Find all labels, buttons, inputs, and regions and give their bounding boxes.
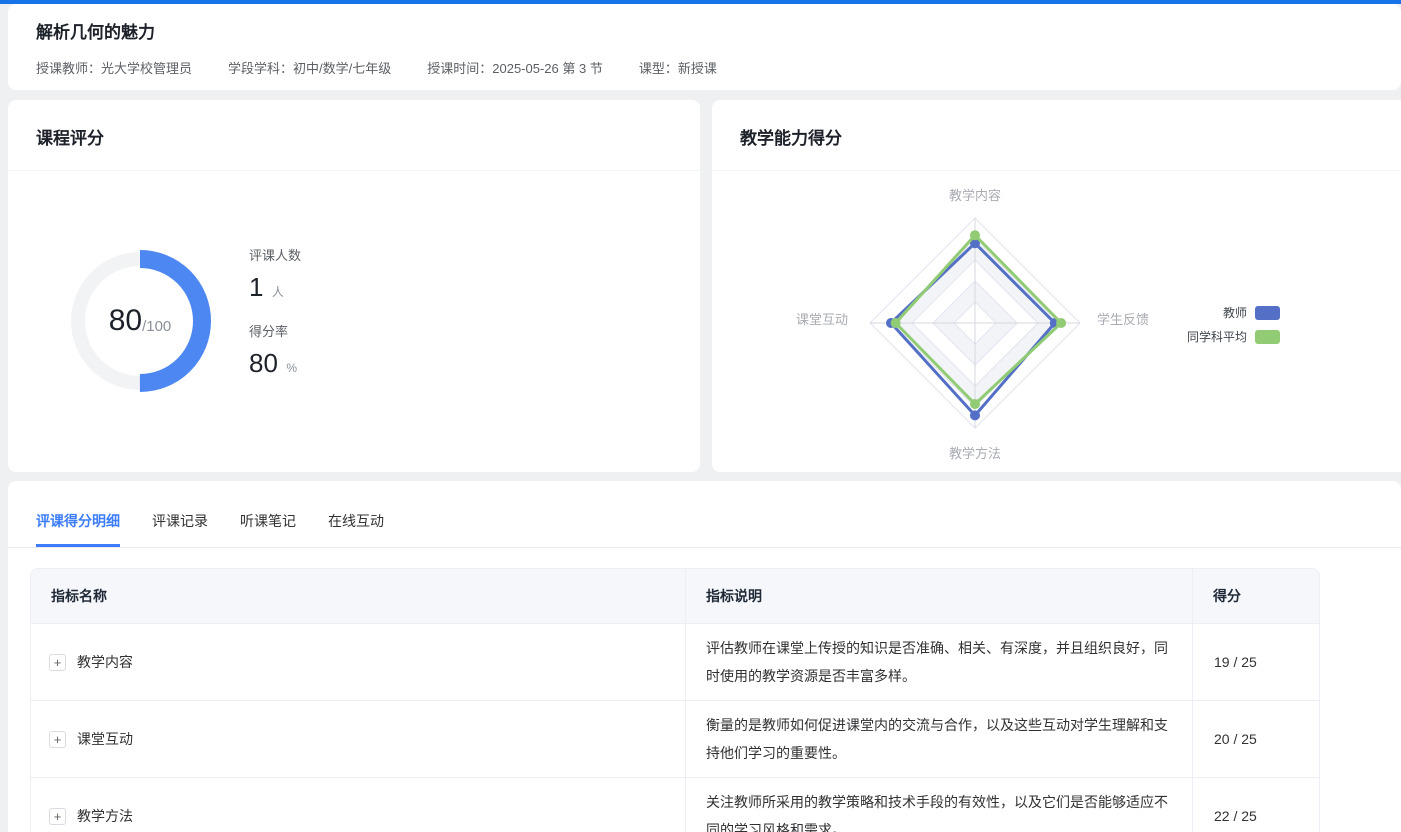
radar-axis-label-interaction: 课堂互动	[796, 309, 848, 328]
radar-axis-label-content: 教学内容	[815, 185, 1135, 204]
donut-score-value: 80	[109, 304, 142, 338]
indicator-desc: 关注教师所采用的教学策略和技术手段的有效性，以及它们是否能够适应不同的学习风格和…	[706, 788, 1168, 832]
col-header-indicator-desc: 指标说明	[686, 569, 1193, 624]
teaching-ability-card-title: 教学能力得分	[712, 100, 1401, 171]
radar-axis-label-method: 教学方法	[815, 443, 1135, 462]
course-header-card: 解析几何的魅力 授课教师：光大学校管理员 学段学科：初中/数学/七年级 授课时间…	[8, 4, 1401, 90]
raters-count-label: 评课人数	[249, 245, 301, 264]
meta-teacher: 授课教师：光大学校管理员	[36, 58, 192, 77]
indicator-score: 22 / 25	[1193, 778, 1320, 832]
meta-grade-subject: 学段学科：初中/数学/七年级	[228, 58, 391, 77]
indicator-name: 课堂互动	[77, 729, 133, 749]
raters-count-unit: 人	[272, 285, 284, 299]
score-rate-value: 80	[249, 348, 278, 378]
course-score-donut-chart: 80 /100	[55, 236, 225, 406]
radar-axis-label-feedback: 学生反馈	[1097, 309, 1149, 328]
indicator-desc: 评估教师在课堂上传授的知识是否准确、相关、有深度，并且组织良好，同时使用的教学资…	[706, 634, 1168, 690]
table-row: + 课堂互动 衡量的是教师如何促进课堂内的交流与合作，以及这些互动对学生理解和支…	[31, 701, 1319, 778]
course-meta-row: 授课教师：光大学校管理员 学段学科：初中/数学/七年级 授课时间：2025-05…	[36, 58, 1373, 77]
course-score-card: 课程评分 80 /100 评课人数 1 人 得分率	[8, 100, 700, 472]
legend-label-teacher: 教师	[1223, 304, 1247, 321]
meta-course-type: 课型：新授课	[639, 58, 717, 77]
page-title: 解析几何的魅力	[36, 18, 1373, 43]
tab-evaluation-records[interactable]: 评课记录	[152, 511, 208, 547]
tab-listening-notes[interactable]: 听课笔记	[240, 511, 296, 547]
score-rate-label: 得分率	[249, 321, 301, 340]
teaching-ability-radar-chart: 教学内容 学生反馈 教学方法 课堂互动	[815, 163, 1135, 483]
course-score-card-title: 课程评分	[8, 100, 700, 171]
table-row: + 教学内容 评估教师在课堂上传授的知识是否准确、相关、有深度，并且组织良好，同…	[31, 624, 1319, 701]
score-rate-unit: %	[286, 361, 297, 375]
col-header-score: 得分	[1193, 569, 1320, 624]
col-header-indicator-name: 指标名称	[31, 569, 686, 624]
evaluation-detail-card: 评课得分明细 评课记录 听课笔记 在线互动 指标名称 指标说明 得分 + 教学内…	[8, 481, 1401, 832]
table-row: + 教学方法 关注教师所采用的教学策略和技术手段的有效性，以及它们是否能够适应不…	[31, 778, 1319, 832]
legend-label-subject-average: 同学科平均	[1187, 328, 1247, 345]
expand-row-icon[interactable]: +	[49, 654, 66, 671]
meta-time: 授课时间：2025-05-26 第 3 节	[427, 58, 603, 77]
tab-bar: 评课得分明细 评课记录 听课笔记 在线互动	[8, 511, 1401, 548]
donut-score-denominator: /100	[142, 318, 171, 335]
legend-swatch-teacher-icon	[1255, 306, 1280, 320]
indicator-score: 19 / 25	[1193, 624, 1320, 701]
indicator-desc: 衡量的是教师如何促进课堂内的交流与合作，以及这些互动对学生理解和支持他们学习的重…	[706, 711, 1168, 767]
raters-count-value: 1	[249, 272, 263, 302]
expand-row-icon[interactable]: +	[49, 808, 66, 825]
legend-item-subject-average[interactable]: 同学科平均	[1187, 328, 1280, 345]
indicator-name: 教学方法	[77, 806, 133, 826]
tab-score-detail[interactable]: 评课得分明细	[36, 511, 120, 547]
radar-legend: 教师 同学科平均	[1187, 304, 1280, 352]
indicator-name: 教学内容	[77, 652, 133, 672]
teaching-ability-card: 教学能力得分 教学内容 学生反馈 教学方法 课堂互动 教师 同学科平均	[712, 100, 1401, 472]
legend-item-teacher[interactable]: 教师	[1187, 304, 1280, 321]
tab-online-interaction[interactable]: 在线互动	[328, 511, 384, 547]
indicator-score: 20 / 25	[1193, 701, 1320, 778]
table-header-row: 指标名称 指标说明 得分	[31, 569, 1319, 624]
legend-swatch-subject-average-icon	[1255, 330, 1280, 344]
indicator-table: 指标名称 指标说明 得分 + 教学内容 评估教师在课堂上传授的知识是否准确、相关…	[30, 568, 1320, 832]
expand-row-icon[interactable]: +	[49, 731, 66, 748]
